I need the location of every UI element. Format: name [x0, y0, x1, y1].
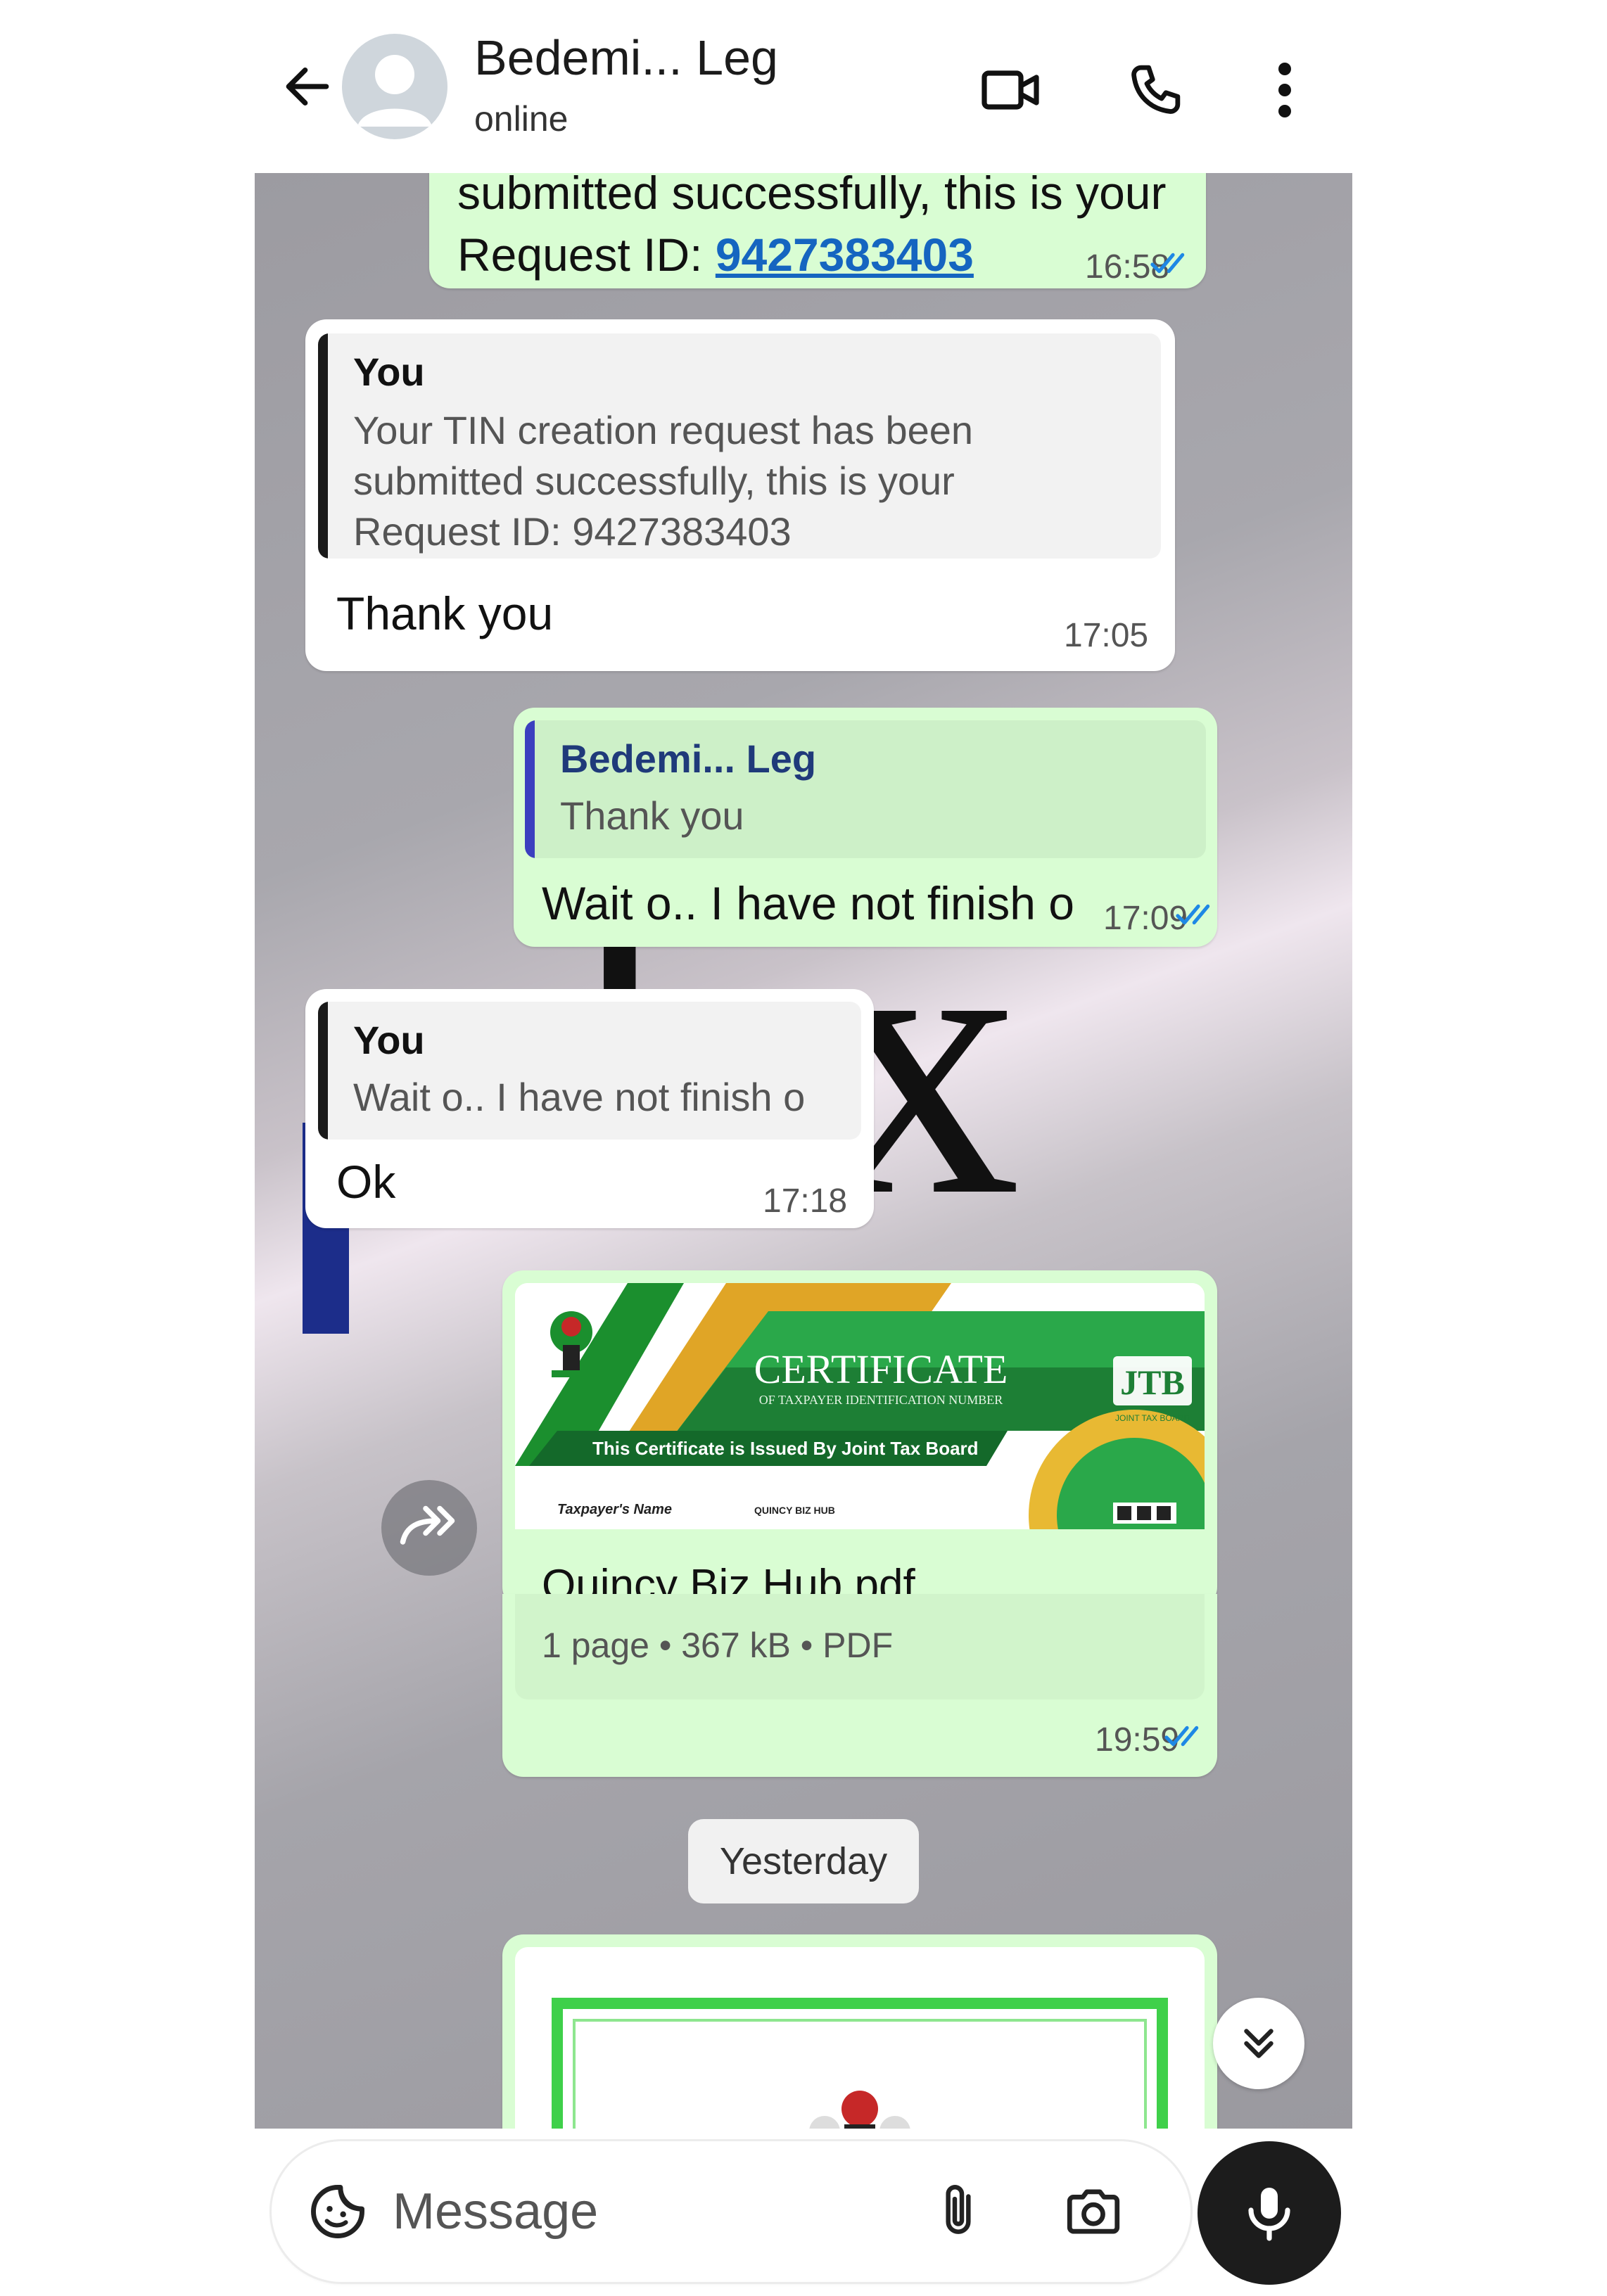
camera-button[interactable] — [1058, 2176, 1129, 2247]
back-button[interactable] — [276, 55, 339, 118]
read-ticks-icon — [1176, 904, 1210, 925]
forward-button[interactable] — [381, 1480, 477, 1576]
contact-status: online — [474, 99, 569, 139]
taxpayer-name-value: QUINCY BIZ HUB — [754, 1505, 835, 1516]
chat-area[interactable]: dex submitted successfully, this is your… — [255, 173, 1352, 2129]
message-text: Thank you — [336, 587, 554, 639]
more-options-button[interactable] — [1250, 55, 1320, 125]
read-ticks-icon — [1164, 1726, 1199, 1747]
sticker-button[interactable] — [303, 2176, 373, 2247]
quoted-message[interactable]: Bedemi... Leg Thank you — [525, 720, 1206, 858]
video-call-button[interactable] — [976, 55, 1046, 125]
quote-author: Bedemi... Leg — [560, 736, 817, 781]
message-time: 17:05 — [1064, 617, 1149, 654]
taxpayer-name-label: Taxpayer's Name — [557, 1502, 672, 1517]
jtb-logo-sub: JOINT TAX BOARD — [1115, 1413, 1190, 1423]
composer-pill[interactable] — [272, 2141, 1190, 2282]
message-outgoing-image[interactable] — [502, 1934, 1217, 2129]
arrow-left-icon — [286, 68, 329, 106]
quote-text: Thank you — [560, 793, 744, 838]
chat-header: Bedemi... Leg online — [255, 0, 1352, 173]
scroll-to-bottom-button[interactable] — [1213, 1998, 1304, 2089]
quote-author: You — [353, 350, 425, 394]
certificate-subtitle: OF TAXPAYER IDENTIFICATION NUMBER — [759, 1393, 1003, 1407]
message-text-line: Request ID: 9427383403 — [457, 228, 974, 281]
quoted-message[interactable]: You Wait o.. I have not finish o — [318, 1002, 861, 1140]
quote-accent-bar — [318, 1002, 328, 1140]
forward-icon — [400, 1505, 455, 1545]
chat-screen: Bedemi... Leg online dex submitte — [255, 0, 1352, 2296]
message-text-partial: submitted successfully, this is your — [457, 173, 1167, 219]
quote-accent-bar — [318, 333, 328, 559]
avatar[interactable] — [342, 34, 447, 139]
message-input[interactable] — [391, 2176, 813, 2247]
default-avatar-icon — [357, 55, 432, 127]
phone-icon — [1131, 65, 1181, 114]
coat-of-arms-icon — [809, 2091, 910, 2129]
document-meta: 1 page • 367 kB • PDF — [542, 1626, 894, 1665]
message-incoming-thank-you[interactable]: You Your TIN creation request has been s… — [305, 319, 1175, 671]
request-id-link[interactable]: 9427383403 — [716, 229, 974, 281]
voice-message-button[interactable] — [1198, 2141, 1341, 2285]
message-text: Wait o.. I have not finish o — [542, 877, 1074, 929]
message-outgoing-document[interactable]: CERTIFICATE OF TAXPAYER IDENTIFICATION N… — [502, 1270, 1217, 1609]
message-incoming-ok[interactable]: You Wait o.. I have not finish o Ok 17:1… — [305, 989, 874, 1228]
date-separator: Yesterday — [688, 1819, 919, 1903]
more-vertical-icon — [1278, 63, 1291, 117]
paperclip-icon — [946, 2185, 971, 2234]
read-ticks-icon — [1150, 253, 1185, 274]
contact-name[interactable]: Bedemi... Leg — [474, 30, 778, 86]
message-text: Ok — [336, 1156, 396, 1208]
jtb-logo: JTB — [1120, 1363, 1185, 1402]
message-outgoing-document-footer[interactable]: 1 page • 367 kB • PDF 19:59 — [502, 1594, 1217, 1777]
voice-call-button[interactable] — [1120, 55, 1190, 125]
quote-text: Wait o.. I have not finish o — [353, 1075, 806, 1119]
sticker-icon — [311, 2185, 364, 2238]
quote-text: Your TIN creation request has been submi… — [353, 408, 974, 554]
request-id-label: Request ID: — [457, 229, 716, 281]
image-preview[interactable] — [515, 1947, 1205, 2129]
quote-author: You — [353, 1018, 425, 1062]
quote-accent-bar — [525, 720, 535, 858]
certificate-title: CERTIFICATE — [754, 1346, 1008, 1392]
composer-bar — [255, 2129, 1352, 2296]
message-outgoing-request-id[interactable]: submitted successfully, this is your Req… — [429, 173, 1206, 288]
message-time: 17:18 — [763, 1182, 848, 1220]
microphone-icon — [1248, 2188, 1290, 2241]
document-preview[interactable]: CERTIFICATE OF TAXPAYER IDENTIFICATION N… — [515, 1283, 1205, 1529]
certificate-preview-graphic: CERTIFICATE OF TAXPAYER IDENTIFICATION N… — [515, 1283, 1205, 1529]
attach-button[interactable] — [923, 2176, 993, 2247]
certificate-image-graphic — [552, 1998, 1168, 2129]
camera-icon — [1067, 2189, 1120, 2234]
message-outgoing-wait[interactable]: Bedemi... Leg Thank you Wait o.. I have … — [514, 708, 1217, 947]
double-chevron-down-icon — [1244, 2029, 1273, 2058]
certificate-issued-line: This Certificate is Issued By Joint Tax … — [592, 1438, 979, 1459]
video-camera-icon — [982, 70, 1039, 110]
quoted-message[interactable]: You Your TIN creation request has been s… — [318, 333, 1161, 559]
